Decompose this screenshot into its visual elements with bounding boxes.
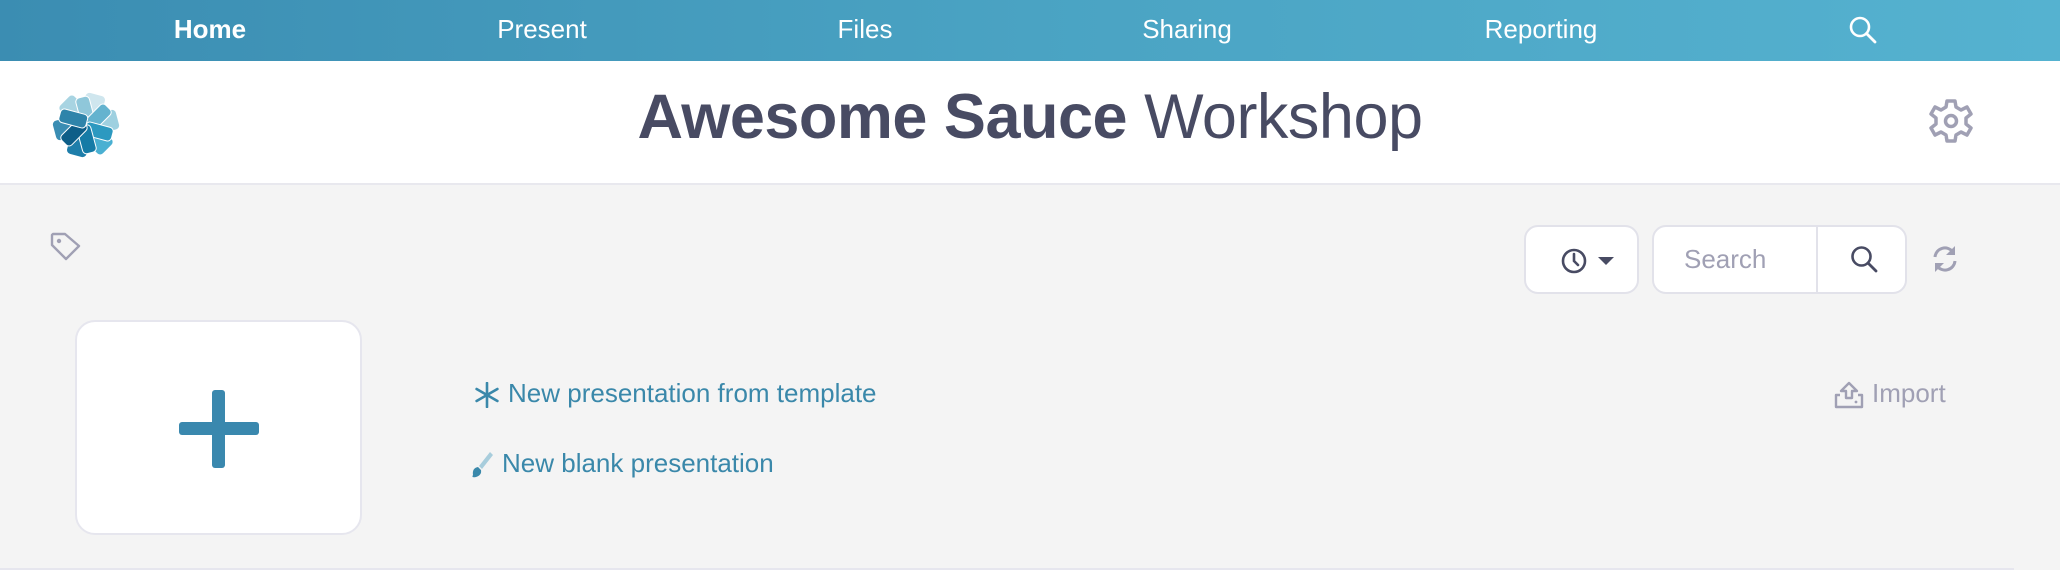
clock-icon bbox=[1561, 248, 1587, 274]
sort-dropdown-button[interactable] bbox=[1524, 225, 1639, 294]
refresh-icon[interactable] bbox=[1930, 244, 1960, 274]
nav-files[interactable]: Files bbox=[838, 0, 893, 61]
new-presentation-card[interactable] bbox=[75, 320, 362, 535]
chevron-down-icon bbox=[1598, 257, 1614, 265]
search-box bbox=[1652, 225, 1907, 294]
nav-sharing[interactable]: Sharing bbox=[1142, 0, 1232, 61]
title-bold: Awesome Sauce bbox=[637, 82, 1128, 152]
asterisk-icon bbox=[475, 382, 499, 409]
tag-icon[interactable] bbox=[50, 232, 82, 262]
new-blank-label: New blank presentation bbox=[502, 448, 774, 478]
nav-reporting[interactable]: Reporting bbox=[1485, 0, 1598, 61]
top-navigation: Home Present Files Sharing Reporting bbox=[0, 0, 2060, 61]
page-title: Awesome Sauce Workshop bbox=[0, 81, 2060, 153]
title-regular: Workshop bbox=[1144, 82, 1423, 152]
import-link[interactable]: Import bbox=[1834, 378, 1946, 409]
nav-present[interactable]: Present bbox=[497, 0, 587, 61]
search-icon bbox=[1851, 246, 1878, 273]
gear-icon[interactable] bbox=[1926, 96, 1976, 146]
search-icon[interactable] bbox=[1848, 15, 1878, 45]
import-label: Import bbox=[1872, 378, 1946, 408]
paintbrush-icon bbox=[472, 452, 493, 478]
new-from-template-link[interactable]: New presentation from template bbox=[474, 378, 877, 409]
upload-icon bbox=[1834, 381, 1864, 409]
search-input[interactable] bbox=[1654, 227, 1816, 292]
search-button[interactable] bbox=[1816, 227, 1905, 292]
new-blank-link[interactable]: New blank presentation bbox=[470, 448, 774, 479]
plus-icon bbox=[179, 390, 259, 468]
nav-home[interactable]: Home bbox=[174, 0, 246, 61]
new-from-template-label: New presentation from template bbox=[508, 378, 877, 408]
app-header: Awesome Sauce Workshop bbox=[0, 61, 2060, 185]
